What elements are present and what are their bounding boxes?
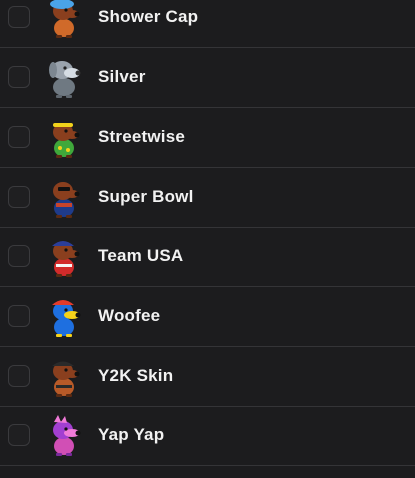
skin-name: Team USA	[98, 246, 184, 266]
dog-team-usa-icon	[52, 241, 80, 278]
dog-yap-yap-icon	[53, 415, 81, 457]
skin-name: Yap Yap	[98, 425, 165, 445]
dog-streetwise-icon	[53, 123, 80, 159]
list-item[interactable]: Woofee	[0, 287, 415, 347]
select-checkbox[interactable]	[8, 66, 30, 89]
list-item[interactable]: Silver	[0, 48, 415, 108]
dog-y2k-skin-icon	[52, 361, 80, 398]
skin-list: Shower Cap Silver Streetwise Super Bowl …	[0, 0, 415, 478]
select-checkbox[interactable]	[8, 6, 30, 29]
select-checkbox[interactable]	[8, 365, 30, 388]
dog-silver-icon	[49, 61, 81, 99]
list-item[interactable]: Shower Cap	[0, 0, 415, 48]
list-item[interactable]: Super Bowl	[0, 168, 415, 228]
skin-name: Woofee	[98, 306, 161, 326]
list-item[interactable]: Team USA	[0, 227, 415, 287]
select-checkbox[interactable]	[8, 424, 30, 447]
select-checkbox[interactable]	[8, 186, 30, 209]
dog-woofee-icon	[52, 300, 81, 338]
list-item[interactable]: Streetwise	[0, 108, 415, 168]
dog-shower-cap-icon	[50, 0, 80, 39]
select-checkbox[interactable]	[8, 245, 30, 268]
skin-name: Super Bowl	[98, 187, 194, 207]
dog-super-bowl-icon	[53, 182, 80, 219]
skin-name: Shower Cap	[98, 7, 199, 27]
list-item[interactable]: Y2K Skin	[0, 347, 415, 407]
skin-name: Y2K Skin	[98, 366, 174, 386]
skin-name: Streetwise	[98, 127, 186, 147]
list-item[interactable]: Yap Yap	[0, 406, 415, 466]
select-checkbox[interactable]	[8, 305, 30, 328]
select-checkbox[interactable]	[8, 126, 30, 149]
skin-name: Silver	[98, 67, 146, 87]
